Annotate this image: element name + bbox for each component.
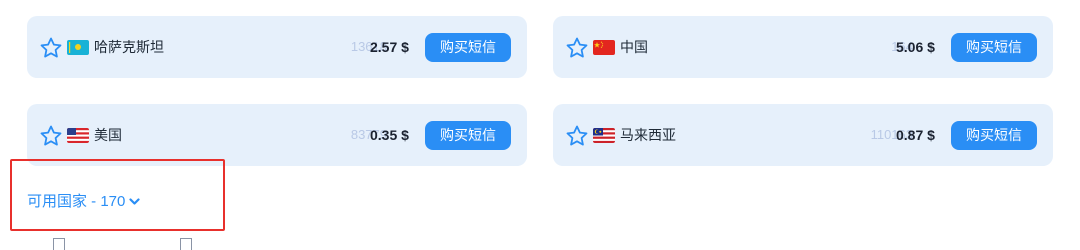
chevron-down-icon bbox=[129, 192, 140, 212]
kazakhstan-flag-icon bbox=[67, 40, 89, 55]
country-name: 哈萨克斯坦 bbox=[94, 39, 164, 55]
favorite-star-icon[interactable] bbox=[565, 124, 589, 148]
country-card-usa: 美国 83779 0.35 $ 购买短信 bbox=[27, 104, 527, 166]
country-name: 马来西亚 bbox=[620, 127, 676, 143]
buy-sms-button[interactable]: 购买短信 bbox=[425, 33, 511, 62]
partial-icon bbox=[180, 238, 192, 250]
price: 0.87 $ bbox=[896, 127, 935, 143]
available-countries-toggle[interactable]: 可用国家 - 170 bbox=[27, 192, 140, 212]
country-name: 中国 bbox=[620, 39, 648, 55]
available-countries-label: 可用国家 - 170 bbox=[27, 193, 126, 210]
malaysia-flag-icon bbox=[593, 128, 615, 143]
partial-icon bbox=[53, 238, 65, 250]
usa-flag-icon bbox=[67, 128, 89, 143]
price: 0.35 $ bbox=[370, 127, 409, 143]
country-card-china: 中国 164 5.06 $ 购买短信 bbox=[553, 16, 1053, 78]
price: 5.06 $ bbox=[896, 39, 935, 55]
price: 2.57 $ bbox=[370, 39, 409, 55]
favorite-star-icon[interactable] bbox=[39, 124, 63, 148]
country-name: 美国 bbox=[94, 127, 122, 143]
buy-sms-button[interactable]: 购买短信 bbox=[951, 121, 1037, 150]
country-card-malaysia: 马来西亚 110163 0.87 $ 购买短信 bbox=[553, 104, 1053, 166]
country-card-kazakhstan: 哈萨克斯坦 13618 2.57 $ 购买短信 bbox=[27, 16, 527, 78]
favorite-star-icon[interactable] bbox=[39, 36, 63, 60]
buy-sms-button[interactable]: 购买短信 bbox=[951, 33, 1037, 62]
buy-sms-button[interactable]: 购买短信 bbox=[425, 121, 511, 150]
china-flag-icon bbox=[593, 40, 615, 55]
favorite-star-icon[interactable] bbox=[565, 36, 589, 60]
